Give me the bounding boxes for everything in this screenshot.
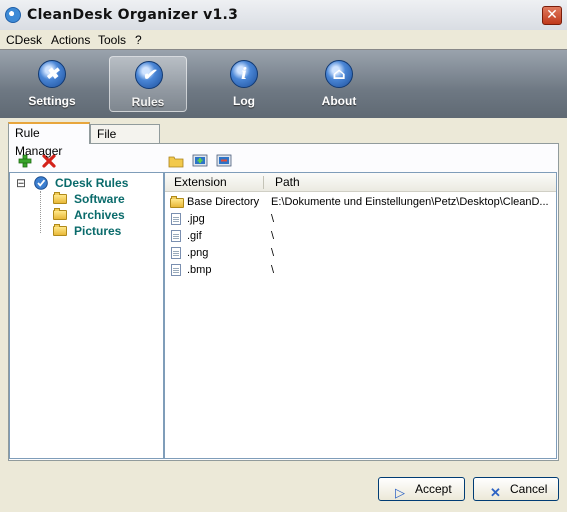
- folder-icon: [53, 224, 67, 236]
- window-title: CleanDesk Organizer v1.3: [27, 7, 239, 23]
- menu-help[interactable]: ?: [135, 33, 142, 47]
- column-extension[interactable]: Extension: [174, 175, 227, 189]
- main-toolbar: ✖ Settings ✔ Rules i Log ⌂ About: [0, 49, 567, 118]
- extension-list[interactable]: Extension Path Base Directory E:\Dokumen…: [164, 172, 557, 459]
- folder-icon: [53, 192, 67, 204]
- cdesk-rules-icon: [34, 176, 48, 190]
- folder-icon: [53, 208, 67, 220]
- tree-item-software[interactable]: Software: [74, 191, 125, 207]
- row-path: \: [271, 230, 275, 242]
- accept-label: Accept: [415, 482, 452, 496]
- rule-tree[interactable]: ⊟ CDesk Rules Software Archives Pictures: [9, 172, 164, 459]
- list-row[interactable]: .bmp \: [165, 262, 556, 279]
- tree-line: [40, 191, 42, 233]
- tab-rule-manager[interactable]: Rule Manager: [8, 122, 90, 158]
- list-row[interactable]: .gif \: [165, 228, 556, 245]
- tree-item-pictures[interactable]: Pictures: [74, 223, 121, 239]
- close-button[interactable]: ✕: [542, 6, 562, 25]
- log-label: Log: [233, 94, 255, 108]
- row-path: \: [271, 213, 275, 225]
- cancel-button[interactable]: ✕ Cancel: [473, 477, 559, 501]
- row-path: \: [271, 264, 275, 276]
- file-icon: [171, 264, 181, 276]
- about-button[interactable]: ⌂ About: [300, 56, 378, 112]
- file-icon: [171, 247, 181, 259]
- settings-icon: ✖: [38, 60, 66, 88]
- menu-bar: CDesk Actions Tools ?: [0, 30, 567, 49]
- cancel-label: Cancel: [510, 482, 548, 496]
- column-path[interactable]: Path: [275, 175, 300, 189]
- settings-button[interactable]: ✖ Settings: [13, 56, 91, 112]
- open-folder-icon[interactable]: [168, 153, 184, 169]
- row-extension: .png: [187, 247, 209, 259]
- menu-cdesk[interactable]: CDesk: [6, 33, 42, 47]
- file-icon: [171, 230, 181, 242]
- settings-label: Settings: [28, 94, 76, 108]
- rules-label: Rules: [131, 95, 165, 109]
- app-icon: [5, 7, 21, 23]
- add-extension-icon[interactable]: [192, 153, 208, 169]
- collapse-icon[interactable]: ⊟: [16, 175, 26, 191]
- tab-file-manager[interactable]: File Manager: [90, 124, 160, 159]
- play-icon: ▷: [395, 485, 405, 500]
- cancel-icon: ✕: [490, 485, 501, 500]
- log-button[interactable]: i Log: [205, 56, 283, 112]
- list-row[interactable]: Base Directory E:\Dokumente und Einstell…: [165, 194, 556, 211]
- menu-actions[interactable]: Actions: [51, 33, 90, 47]
- tree-item-archives[interactable]: Archives: [74, 207, 125, 223]
- list-row[interactable]: .jpg \: [165, 211, 556, 228]
- about-label: About: [321, 94, 357, 108]
- column-separator[interactable]: [263, 176, 264, 189]
- folder-icon: [170, 196, 184, 208]
- about-icon: ⌂: [325, 60, 353, 88]
- row-extension: .gif: [187, 230, 202, 242]
- rules-check-icon: ✔: [135, 61, 163, 89]
- tree-root-cdesk-rules[interactable]: CDesk Rules: [55, 175, 128, 191]
- remove-extension-icon[interactable]: [216, 153, 232, 169]
- row-path: \: [271, 247, 275, 259]
- rules-button[interactable]: ✔ Rules: [109, 56, 187, 112]
- accept-button[interactable]: ▷ Accept: [378, 477, 465, 501]
- list-header: Extension Path: [165, 173, 556, 192]
- row-extension: .jpg: [187, 213, 205, 225]
- file-icon: [171, 213, 181, 225]
- row-extension: Base Directory: [187, 196, 260, 208]
- list-row[interactable]: .png \: [165, 245, 556, 262]
- row-extension: .bmp: [187, 264, 212, 276]
- info-icon: i: [230, 60, 258, 88]
- title-bar: CleanDesk Organizer v1.3 ✕: [0, 0, 567, 31]
- menu-tools[interactable]: Tools: [98, 33, 126, 47]
- row-path: E:\Dokumente und Einstellungen\Petz\Desk…: [271, 196, 549, 208]
